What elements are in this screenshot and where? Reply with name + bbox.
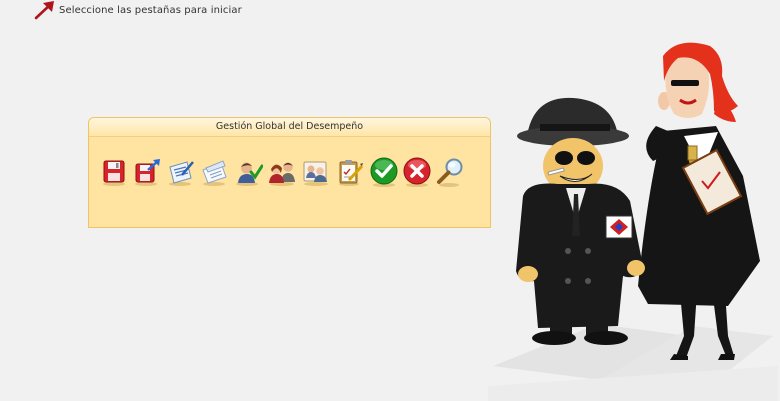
page: Seleccione las pestañas para iniciar Ges…	[0, 0, 780, 401]
panel-title: Gestión Global del Desempeño	[89, 118, 490, 137]
accept-button[interactable]	[369, 156, 399, 188]
user-approve-button[interactable]	[234, 156, 264, 188]
document-list-icon	[202, 160, 227, 186]
document-list-button[interactable]	[200, 156, 230, 188]
accept-check-icon	[370, 157, 397, 187]
performance-panel: Gestión Global del Desempeño	[88, 117, 491, 228]
edit-document-button[interactable]	[166, 156, 196, 188]
user-approve-icon	[235, 162, 263, 186]
edit-document-icon	[169, 161, 195, 186]
toolbar	[99, 156, 470, 188]
instruction-hint: Seleccione las pestañas para iniciar	[34, 0, 242, 20]
search-button[interactable]	[436, 156, 466, 188]
save-disk-icon	[103, 160, 125, 186]
users-card-icon	[303, 161, 329, 186]
save-button[interactable]	[99, 156, 129, 188]
save-export-button[interactable]	[133, 156, 163, 188]
detective-characters-illustration	[488, 42, 778, 401]
users-group-icon	[269, 162, 296, 186]
cancel-button[interactable]	[402, 156, 432, 188]
cancel-x-icon	[403, 157, 431, 187]
users-card-button[interactable]	[301, 156, 331, 188]
clipboard-edit-icon	[338, 160, 363, 186]
clipboard-edit-button[interactable]	[335, 156, 365, 188]
arrow-up-right-icon	[34, 1, 54, 20]
instruction-text: Seleccione las pestañas para iniciar	[59, 4, 242, 16]
search-magnifier-icon	[436, 158, 463, 187]
save-export-icon	[134, 159, 160, 186]
users-group-button[interactable]	[267, 156, 297, 188]
